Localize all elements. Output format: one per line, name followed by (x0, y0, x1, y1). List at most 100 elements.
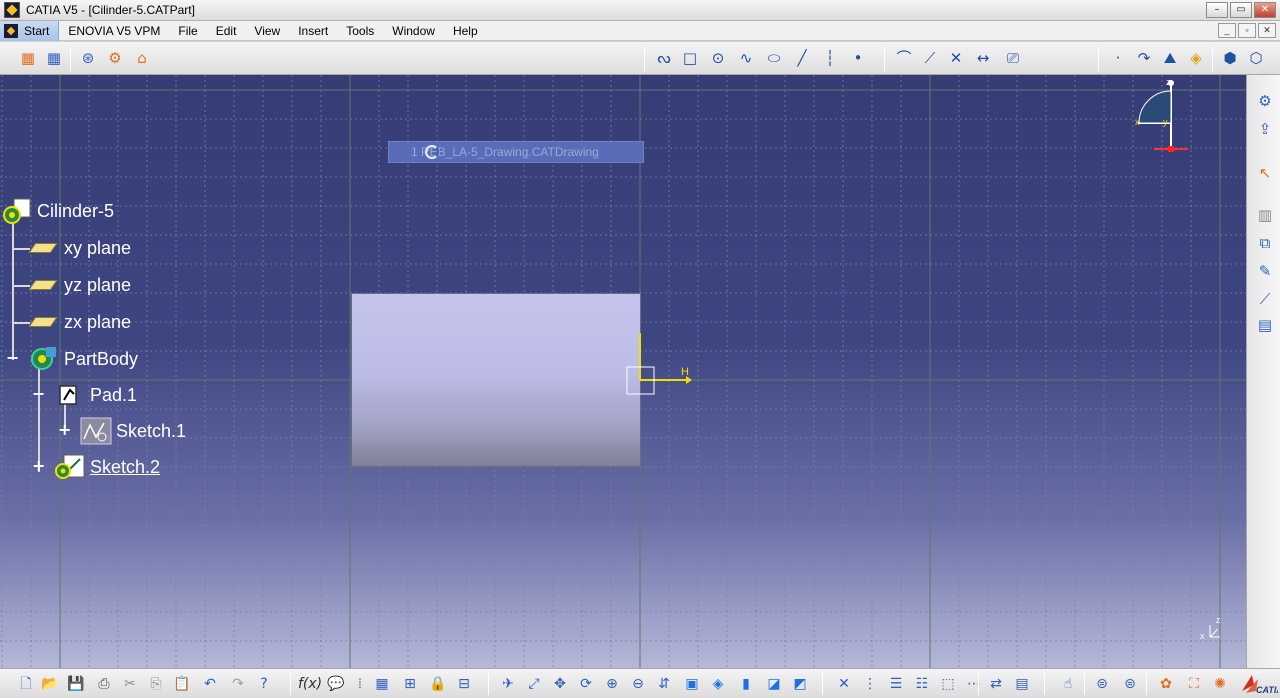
line-icon[interactable]: ╱ (792, 48, 812, 68)
exit-icon[interactable]: ⇪ (1255, 119, 1275, 139)
visual-icon[interactable]: ⛶ (1184, 674, 1204, 694)
standard-element-icon[interactable]: ✎ (1255, 261, 1275, 281)
swap-icon[interactable]: ◪ (764, 674, 784, 694)
open-icon[interactable]: 📂 (40, 674, 60, 694)
tree-item-sketch-1[interactable]: Sketch.1 (80, 417, 186, 445)
collapse-partbody-icon[interactable]: − (6, 350, 19, 366)
save-icon[interactable]: 💾 (66, 674, 86, 694)
undo-icon[interactable]: ↶ (200, 674, 220, 694)
sketcher-icon[interactable]: ⊜ (1092, 674, 1112, 694)
redo-icon[interactable]: ↷ (228, 674, 248, 694)
construct-icon[interactable]: ⧉ (1255, 233, 1275, 253)
minimize-button[interactable]: – (1206, 2, 1228, 18)
exit-workbench-icon[interactable]: ⚙ (1255, 91, 1275, 111)
menu-help[interactable]: Help (444, 21, 487, 41)
corner-icon[interactable]: ⌒ (894, 48, 914, 68)
filter-icon[interactable]: ⋯ (964, 674, 984, 694)
tree-item-partbody[interactable]: PartBody (28, 346, 138, 372)
sketch-analysis-icon[interactable]: ⟋ (1255, 289, 1275, 309)
compass-icon[interactable]: x y z (1128, 77, 1198, 157)
rotate-icon[interactable]: ⟳ (576, 674, 596, 694)
sketch-icon[interactable]: ✕ (834, 674, 854, 694)
cut-icon[interactable]: ✂ (120, 674, 140, 694)
paste-icon[interactable]: 📋 (172, 674, 192, 694)
menu-enovia[interactable]: ENOVIA V5 VPM (59, 21, 169, 41)
trim-icon[interactable]: ✕ (946, 48, 966, 68)
dimension-constraint-icon[interactable]: ⚙ (105, 48, 125, 68)
cylinder-solid[interactable] (351, 293, 641, 467)
rectangle-icon[interactable]: □ (680, 48, 700, 68)
constraint-icon[interactable]: ⛰ (1160, 48, 1180, 68)
print-icon[interactable]: ⎙ (94, 674, 114, 694)
expand-sketch1-icon[interactable]: + (58, 422, 71, 438)
spline-icon[interactable]: ∿ (736, 48, 756, 68)
animate-icon[interactable]: ◈ (1186, 48, 1206, 68)
tree-icon[interactable]: ⊞ (400, 674, 420, 694)
geometry-icon[interactable]: ⬚ (938, 674, 958, 694)
menu-insert[interactable]: Insert (289, 21, 337, 41)
tree-item-sketch-2[interactable]: Sketch.2 (54, 454, 160, 480)
solving-status-icon[interactable]: ▤ (1255, 315, 1275, 335)
maximize-button[interactable]: ▭ (1230, 2, 1252, 18)
tree-item-xy-plane[interactable]: xy plane (28, 235, 131, 261)
pan-icon[interactable]: ✥ (550, 674, 570, 694)
normal-view-icon[interactable]: ⇵ (654, 674, 674, 694)
iso-view-icon[interactable]: ▣ (682, 674, 702, 694)
select-icon[interactable]: ↖ (1255, 163, 1275, 183)
exit-sketch-icon[interactable]: ⬢ (1220, 48, 1240, 68)
point-icon[interactable]: • (848, 48, 868, 68)
sheet-metal-icon[interactable]: ✿ (1156, 674, 1176, 694)
grid-icon[interactable]: ▦ (44, 48, 64, 68)
menu-tools[interactable]: Tools (337, 21, 383, 41)
layers-icon[interactable]: ▤ (1012, 674, 1032, 694)
table-icon[interactable]: ▦ (372, 674, 392, 694)
menu-view[interactable]: View (245, 21, 289, 41)
measure-icon[interactable]: ⊟ (454, 674, 474, 694)
render-icon[interactable]: ✺ (1210, 674, 1230, 694)
mouse-icon[interactable]: ☝ (1058, 674, 1078, 694)
profile-icon[interactable]: ᔓ (654, 48, 674, 68)
analysis-icon[interactable]: ⬡ (1246, 48, 1266, 68)
part-design-icon[interactable]: ⊜ (1120, 674, 1140, 694)
connect-icon[interactable]: ⇄ (986, 674, 1006, 694)
menu-window[interactable]: Window (383, 21, 444, 41)
constraint-display-icon[interactable]: ⋮ (860, 674, 880, 694)
lock-icon[interactable]: 🔒 (428, 674, 448, 694)
copy-icon[interactable]: ⎘ (146, 674, 166, 694)
fix-icon[interactable]: ↷ (1134, 48, 1154, 68)
doc-close-button[interactable]: ✕ (1258, 23, 1276, 38)
geometric-constraint-icon[interactable]: ⌂ (132, 48, 152, 68)
hide-show-icon[interactable]: ▮ (736, 674, 756, 694)
tree-root-item[interactable]: Cilinder-5 (2, 198, 114, 224)
construction-icon[interactable]: ⊛ (78, 48, 98, 68)
cut-part-icon[interactable]: ▥ (1255, 205, 1275, 225)
close-button[interactable]: ✕ (1254, 2, 1276, 18)
new-icon[interactable]: 🗋 (16, 674, 36, 694)
geometry-viewport[interactable]: 1 REB_LA-5_Drawing.CATDrawing H x y z x … (0, 75, 1246, 668)
mirror-icon[interactable]: ↔ (973, 48, 993, 68)
grid-snap-icon[interactable]: ▦ (18, 48, 38, 68)
tree-item-yz-plane[interactable]: yz plane (28, 272, 131, 298)
tree-item-pad[interactable]: Pad.1 (56, 382, 137, 408)
menu-file[interactable]: File (169, 21, 206, 41)
zoom-in-icon[interactable]: ⊕ (602, 674, 622, 694)
whats-this-icon[interactable]: ? (254, 674, 274, 694)
ruler-icon[interactable]: ⁞ (350, 674, 370, 694)
dimension-icon[interactable]: ☷ (912, 674, 932, 694)
point-snap-icon[interactable]: · (1108, 48, 1128, 68)
shading-icon[interactable]: ◈ (708, 674, 728, 694)
axis-icon[interactable]: ┆ (820, 48, 840, 68)
knowledge-icon[interactable]: 💬 (326, 674, 346, 694)
fit-all-icon[interactable]: ⤢ (524, 674, 544, 694)
expand-sketch2-icon[interactable]: + (32, 458, 45, 474)
list-icon[interactable]: ☰ (886, 674, 906, 694)
fly-mode-icon[interactable]: ✈ (498, 674, 518, 694)
layer-icon[interactable]: ◩ (790, 674, 810, 694)
doc-minimize-button[interactable]: _ (1218, 23, 1236, 38)
doc-restore-button[interactable]: ▫ (1238, 23, 1256, 38)
menu-start[interactable]: Start (0, 20, 60, 41)
formula-icon[interactable]: f(x) (298, 674, 322, 694)
menu-edit[interactable]: Edit (207, 21, 246, 41)
circle-icon[interactable]: ⊙ (708, 48, 728, 68)
project-icon[interactable]: ⎚ (1003, 48, 1023, 68)
